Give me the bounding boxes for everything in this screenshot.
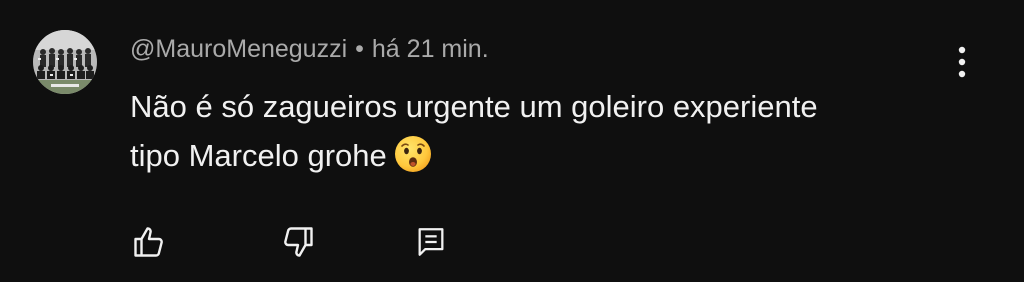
comment-text: Não é só zagueiros urgente um goleiro ex… (130, 82, 970, 180)
comment-actions (0, 216, 1024, 268)
comment-timestamp[interactable]: há 21 min. (372, 35, 489, 63)
comment-item: @MauroMeneguzzi • há 21 min. Não é só zagu… (0, 0, 1024, 282)
separator-dot: • (355, 35, 364, 63)
comment-menu-button[interactable] (948, 42, 976, 82)
thumbs-down-icon (284, 227, 313, 257)
author-name[interactable]: @MauroMeneguzzi (130, 35, 347, 63)
thumbs-up-icon (134, 227, 163, 257)
dislike-button[interactable] (276, 220, 320, 264)
hushed-face-emoji (394, 136, 431, 172)
comment-text-line-2-wrapper: tipo Marcelo grohe (130, 131, 970, 180)
comment-header: @MauroMeneguzzi • há 21 min. (130, 32, 489, 66)
team-photo-avatar-image (33, 30, 97, 94)
more-vertical-icon (958, 46, 966, 78)
comment-text-line-1: Não é só zagueiros urgente um goleiro ex… (130, 89, 818, 124)
reply-button[interactable] (409, 220, 453, 264)
comment-text-line-2: tipo Marcelo grohe (130, 138, 387, 173)
like-button[interactable] (127, 220, 171, 264)
comment-reply-icon (418, 228, 444, 256)
avatar[interactable] (33, 30, 97, 94)
